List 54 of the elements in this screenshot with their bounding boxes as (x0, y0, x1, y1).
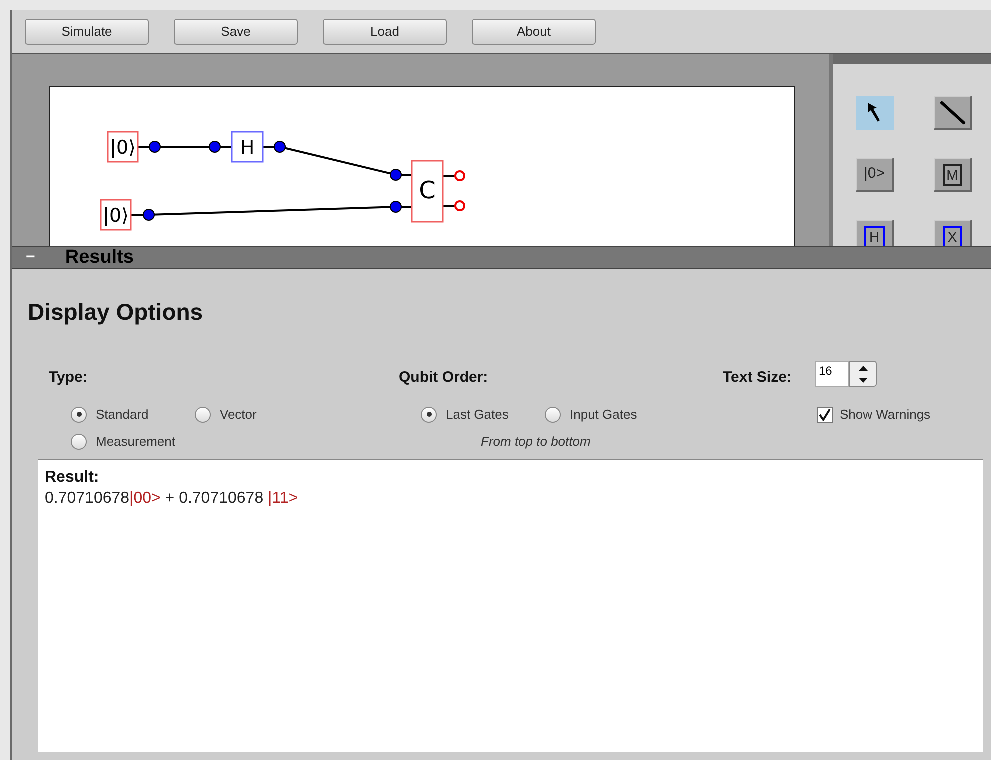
option-note: From top to bottom (481, 433, 591, 451)
radio-label[interactable]: Measurement (96, 432, 176, 452)
radio-button[interactable] (71, 434, 87, 450)
option-label: Qubit Order: (399, 368, 488, 388)
qubit-input: |0⟩ (100, 199, 132, 231)
wire-node (143, 209, 155, 221)
wire-node (274, 141, 286, 153)
wire-node (149, 141, 161, 153)
result-state: 0.70710678|00> + 0.70710678 |11> (45, 489, 298, 509)
option-label: Text Size: (723, 368, 792, 388)
down-arrow-icon[interactable] (858, 378, 868, 382)
tool-label: |0> (864, 164, 885, 184)
panel-title: Results (65, 248, 134, 267)
palette-tool[interactable] (856, 96, 894, 130)
radio-label[interactable]: Last Gates (446, 405, 509, 424)
check-icon (819, 408, 831, 421)
toolbar-button[interactable]: Save (174, 18, 298, 44)
text-size-field[interactable]: 16 (815, 361, 849, 387)
radio-button[interactable] (195, 406, 211, 423)
option-label: Type: (49, 368, 88, 388)
radio-button[interactable] (71, 406, 87, 423)
tool-label: M (942, 164, 962, 186)
palette-tool[interactable] (934, 96, 972, 130)
qubit-input: |0⟩ (107, 131, 139, 163)
wire-node (390, 201, 402, 213)
radio-button[interactable] (545, 406, 561, 423)
measurement-box: C (411, 160, 444, 223)
wire (443, 175, 455, 177)
wire-icon (938, 100, 966, 126)
toolbar-button[interactable]: Simulate (25, 18, 149, 44)
collapse-icon[interactable]: − (26, 250, 36, 266)
radio-button[interactable] (421, 406, 437, 423)
toolbar-button[interactable]: Load (323, 18, 447, 44)
output-node (454, 200, 466, 212)
palette-tool[interactable]: |0> (856, 158, 894, 192)
radio-label[interactable]: Input Gates (570, 405, 638, 424)
checkbox-label[interactable]: Show Warnings (840, 405, 931, 424)
up-arrow-icon[interactable] (858, 366, 868, 370)
result-label: Result: (45, 468, 100, 488)
toolbar-button[interactable]: About (472, 18, 596, 44)
wire (443, 205, 455, 207)
checkbox[interactable] (817, 406, 833, 423)
palette-tool[interactable]: H (856, 220, 894, 246)
circuit-canvas[interactable]: |0⟩ H |0⟩ C (49, 86, 795, 246)
radio-label[interactable]: Vector (220, 405, 257, 424)
palette-tool[interactable]: M (934, 158, 972, 192)
output-node (454, 170, 466, 182)
radio-label[interactable]: Standard (96, 405, 149, 424)
wire-node (209, 141, 221, 153)
wire-node (390, 169, 402, 181)
section-title: Display Options (28, 298, 204, 327)
gate-box: H (231, 131, 264, 163)
palette-tool[interactable]: X (934, 220, 972, 246)
spinner-buttons[interactable] (849, 361, 877, 387)
